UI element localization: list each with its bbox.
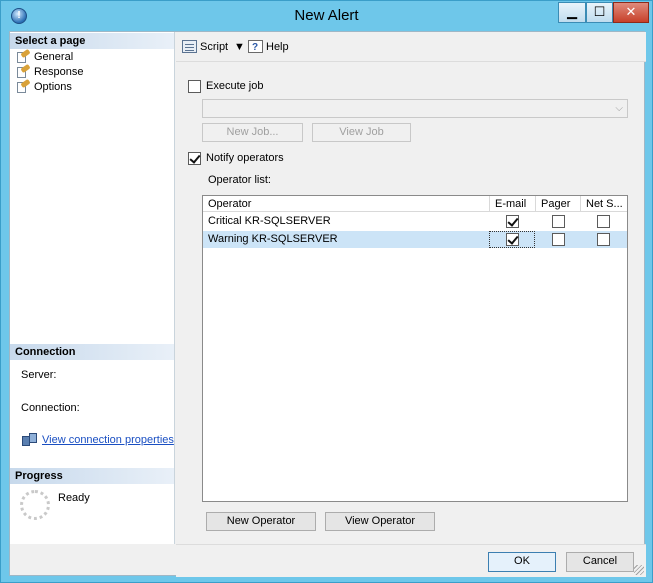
operator-list[interactable]: Operator E-mail Pager Net S... Critical … bbox=[202, 195, 628, 502]
new-alert-window: ! New Alert ▁ ☐ ✕ Select a page General … bbox=[0, 0, 653, 583]
pager-checkbox[interactable] bbox=[552, 215, 565, 228]
progress-spinner-icon bbox=[20, 490, 50, 520]
dialog-footer: OK Cancel bbox=[176, 544, 646, 577]
cancel-button[interactable]: Cancel bbox=[566, 552, 634, 572]
page-item-options[interactable]: Options bbox=[16, 78, 72, 94]
operator-name: Warning KR-SQLSERVER bbox=[208, 233, 338, 245]
ok-button[interactable]: OK bbox=[488, 552, 556, 572]
operator-name: Critical KR-SQLSERVER bbox=[208, 215, 331, 227]
server-label: Server: bbox=[21, 369, 57, 381]
minimize-button[interactable]: ▁ bbox=[558, 2, 586, 23]
script-dropdown-button[interactable]: ▼ bbox=[234, 39, 245, 55]
script-icon bbox=[182, 40, 197, 53]
execute-job-label: Execute job bbox=[206, 80, 264, 92]
maximize-button[interactable]: ☐ bbox=[586, 2, 613, 23]
email-checkbox[interactable] bbox=[506, 215, 519, 228]
page-item-response[interactable]: Response bbox=[16, 63, 84, 79]
column-header-net-send[interactable]: Net S... bbox=[581, 196, 627, 212]
page-item-label: Options bbox=[34, 81, 72, 93]
page-wrench-icon bbox=[16, 78, 31, 93]
close-button[interactable]: ✕ bbox=[613, 2, 649, 23]
pager-checkbox[interactable] bbox=[552, 233, 565, 246]
page-item-label: Response bbox=[34, 66, 84, 78]
help-button[interactable]: Help bbox=[248, 39, 289, 56]
page-item-general[interactable]: General bbox=[16, 48, 74, 64]
view-connection-properties-link[interactable]: View connection properties bbox=[42, 434, 174, 446]
view-operator-button[interactable]: View Operator bbox=[325, 512, 435, 531]
connection-properties-icon bbox=[22, 433, 38, 447]
page-wrench-icon bbox=[16, 63, 31, 78]
connection-label: Connection: bbox=[21, 402, 80, 414]
window-title: New Alert bbox=[294, 7, 359, 24]
table-row[interactable]: Warning KR-SQLSERVER bbox=[203, 231, 627, 248]
progress-status: Ready bbox=[58, 492, 90, 504]
help-label: Help bbox=[266, 41, 289, 53]
page-item-label: General bbox=[34, 51, 74, 63]
chevron-down-icon: ⌵ bbox=[615, 103, 623, 114]
progress-header: Progress bbox=[10, 468, 174, 484]
job-combo[interactable]: ⌵ bbox=[202, 99, 628, 118]
table-row[interactable]: Critical KR-SQLSERVER bbox=[203, 213, 627, 230]
page-wrench-icon bbox=[16, 48, 31, 63]
help-icon bbox=[248, 40, 263, 56]
new-operator-button[interactable]: New Operator bbox=[206, 512, 316, 531]
dialog-client-area: Select a page General Response Options C… bbox=[9, 31, 646, 577]
dropdown-arrow-icon: ▼ bbox=[234, 41, 245, 53]
notify-operators-checkbox[interactable] bbox=[188, 152, 201, 165]
operator-list-label: Operator list: bbox=[208, 174, 271, 186]
connection-header: Connection bbox=[10, 344, 174, 360]
title-bar[interactable]: ! New Alert ▁ ☐ ✕ bbox=[1, 1, 652, 31]
column-header-operator[interactable]: Operator bbox=[203, 196, 490, 212]
view-job-button[interactable]: View Job bbox=[312, 123, 411, 142]
toolbar: Script ▼ Help bbox=[176, 32, 646, 62]
left-pane: Select a page General Response Options C… bbox=[10, 32, 175, 544]
response-page: Script ▼ Help Execute job ⌵ New Job... V… bbox=[176, 32, 646, 544]
notify-operators-label: Notify operators bbox=[206, 152, 284, 164]
net-send-checkbox[interactable] bbox=[597, 215, 610, 228]
column-header-email[interactable]: E-mail bbox=[490, 196, 536, 212]
net-send-checkbox[interactable] bbox=[597, 233, 610, 246]
script-button[interactable]: Script bbox=[182, 39, 228, 55]
operator-list-header: Operator E-mail Pager Net S... bbox=[203, 196, 627, 212]
email-checkbox[interactable] bbox=[506, 233, 519, 246]
column-header-pager[interactable]: Pager bbox=[536, 196, 581, 212]
new-job-button[interactable]: New Job... bbox=[202, 123, 303, 142]
execute-job-checkbox[interactable] bbox=[188, 80, 201, 93]
resize-grip[interactable] bbox=[634, 565, 644, 575]
script-label: Script bbox=[200, 41, 229, 53]
select-page-header: Select a page bbox=[10, 33, 174, 49]
